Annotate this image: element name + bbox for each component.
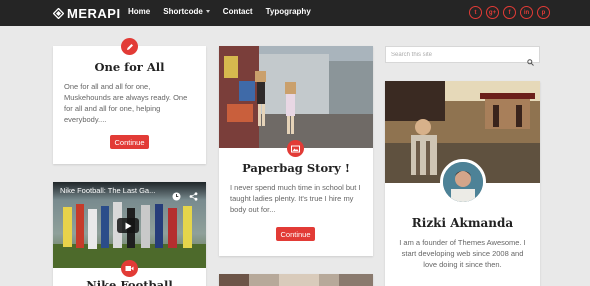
video-title[interactable]: Nike Football: The Last Ga... <box>60 186 170 195</box>
author-bio: I am a founder of Themes Awesome. I star… <box>399 238 526 269</box>
social-links: t g+ f in p <box>469 6 554 19</box>
pinterest-icon[interactable]: p <box>537 6 550 19</box>
play-button[interactable] <box>117 218 139 233</box>
avatar-photo <box>443 162 483 202</box>
paperbag-photo <box>219 46 373 148</box>
video-icon <box>121 260 138 277</box>
post-title[interactable]: Paperbag Story ! <box>219 161 373 175</box>
linkedin-icon[interactable]: in <box>520 6 533 19</box>
continue-button[interactable]: Continue <box>110 135 149 149</box>
twitter-icon[interactable]: t <box>469 6 482 19</box>
main-menu: Home Shortcode Contact Typography <box>128 7 324 16</box>
nav-typography[interactable]: Typography <box>266 7 311 16</box>
top-navbar: MERAPI Home Shortcode Contact Typography… <box>0 0 590 26</box>
author-name: Rizki Akmanda <box>411 216 514 230</box>
post-card-next <box>219 274 373 286</box>
nav-shortcode-label: Shortcode <box>163 7 203 16</box>
site-name: MERAPI <box>67 5 121 21</box>
facebook-icon[interactable]: f <box>503 6 516 19</box>
post-card-video: Nike Football: The Last Ga... Nike Footb… <box>53 182 206 286</box>
post-title[interactable]: Nike Football <box>53 278 206 286</box>
nav-home[interactable]: Home <box>128 7 150 16</box>
diamond-logo-icon <box>53 7 64 19</box>
author-profile-widget: Rizki Akmanda I am a founder of Themes A… <box>385 81 540 286</box>
post-excerpt: One for all and all for one, Muskehounds… <box>64 82 188 124</box>
nav-typography-label: Typography <box>265 7 311 16</box>
site-logo[interactable]: MERAPI <box>53 5 121 21</box>
search-box <box>385 46 540 66</box>
post-card-paperbag-story: Paperbag Story ! I never spend much time… <box>219 46 373 256</box>
post-image[interactable] <box>219 46 373 148</box>
play-icon <box>125 222 132 229</box>
post-title[interactable]: One for All <box>53 60 206 74</box>
clock-icon[interactable] <box>172 186 181 205</box>
chevron-down-icon <box>205 10 210 13</box>
post-card-one-for-all: One for All One for all and all for one,… <box>53 38 206 164</box>
video-embed[interactable]: Nike Football: The Last Ga... <box>53 182 206 268</box>
avatar[interactable] <box>440 159 486 205</box>
search-input[interactable] <box>391 50 521 60</box>
nav-shortcode[interactable]: Shortcode <box>163 7 210 16</box>
video-title-bar: Nike Football: The Last Ga... <box>53 182 206 201</box>
nav-contact[interactable]: Contact <box>223 7 253 16</box>
search-icon[interactable] <box>527 51 534 66</box>
post-excerpt: I never spend much time in school but I … <box>230 183 361 214</box>
continue-button[interactable]: Continue <box>276 227 315 241</box>
nav-contact-label: Contact <box>222 7 253 16</box>
google-plus-icon[interactable]: g+ <box>486 6 499 19</box>
nav-home-label: Home <box>128 7 151 16</box>
share-icon[interactable] <box>189 186 198 205</box>
post-image[interactable] <box>219 274 373 286</box>
image-icon <box>287 140 304 157</box>
pencil-icon <box>121 38 138 55</box>
